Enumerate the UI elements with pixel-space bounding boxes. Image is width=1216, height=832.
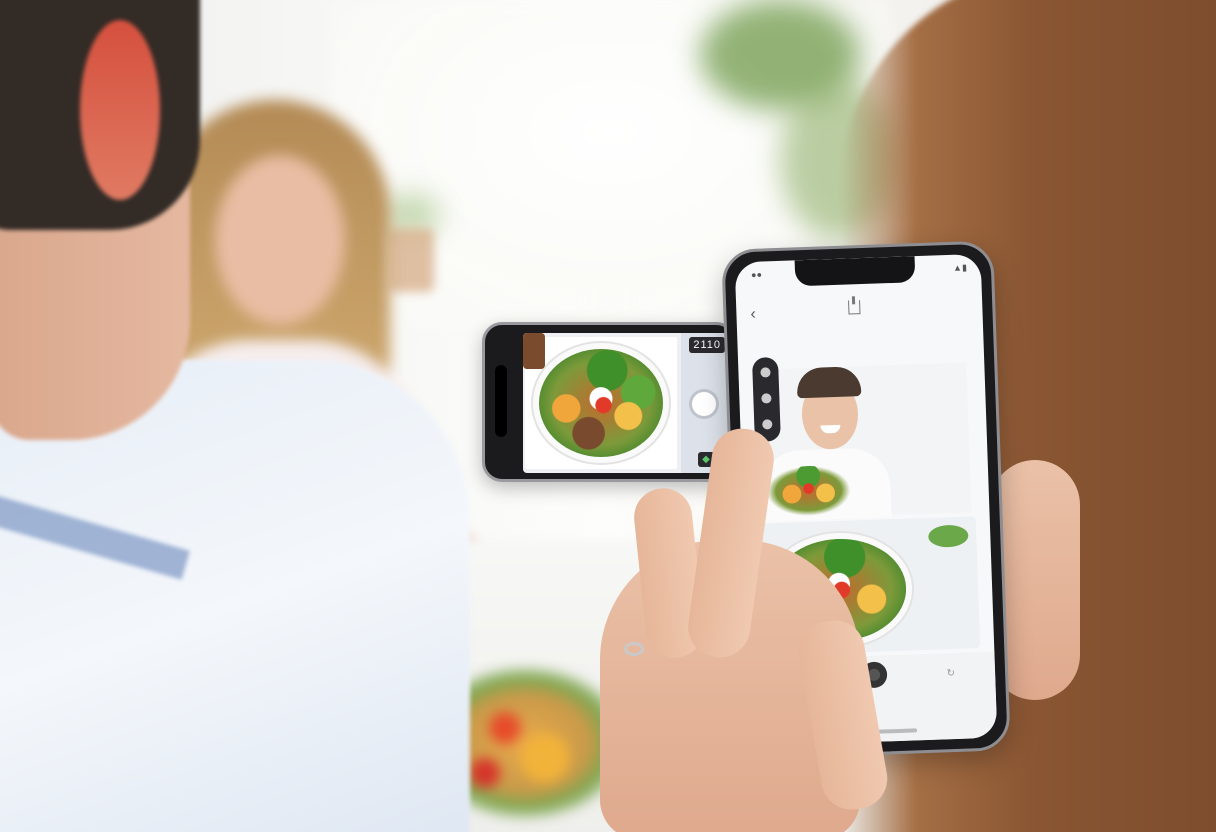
phone-notch [495, 365, 507, 437]
flash-icon[interactable] [760, 367, 771, 378]
dynamic-island [794, 256, 916, 287]
back-arrow-icon[interactable]: ‹ [750, 306, 756, 324]
chef-portrait-photo [756, 362, 972, 522]
man-ear [80, 20, 160, 200]
zoom-level-label[interactable]: 2110 [689, 337, 725, 353]
small-phone-screen: 2110 ◆ C [523, 333, 729, 473]
status-bar-right: ▲▮ [952, 262, 968, 273]
foreground-man [0, 0, 470, 832]
share-icon[interactable] [848, 300, 861, 315]
diamond-icon: ◆ [702, 454, 710, 465]
gallery-thumbnail[interactable] [523, 333, 545, 369]
camera-side-controls[interactable] [751, 356, 781, 442]
salad-viewfinder [525, 337, 677, 469]
small-phone: 2110 ◆ C [482, 322, 736, 482]
timer-icon[interactable] [762, 419, 773, 430]
salad [539, 349, 663, 457]
chef-hair [796, 366, 862, 399]
camera-switch-icon[interactable]: ↻ [947, 668, 956, 679]
garnish-leaves [927, 524, 969, 548]
shutter-icon[interactable] [689, 389, 719, 419]
settings-icon[interactable] [761, 393, 772, 404]
status-bar-left: ●● [750, 269, 763, 280]
ring [624, 642, 644, 656]
